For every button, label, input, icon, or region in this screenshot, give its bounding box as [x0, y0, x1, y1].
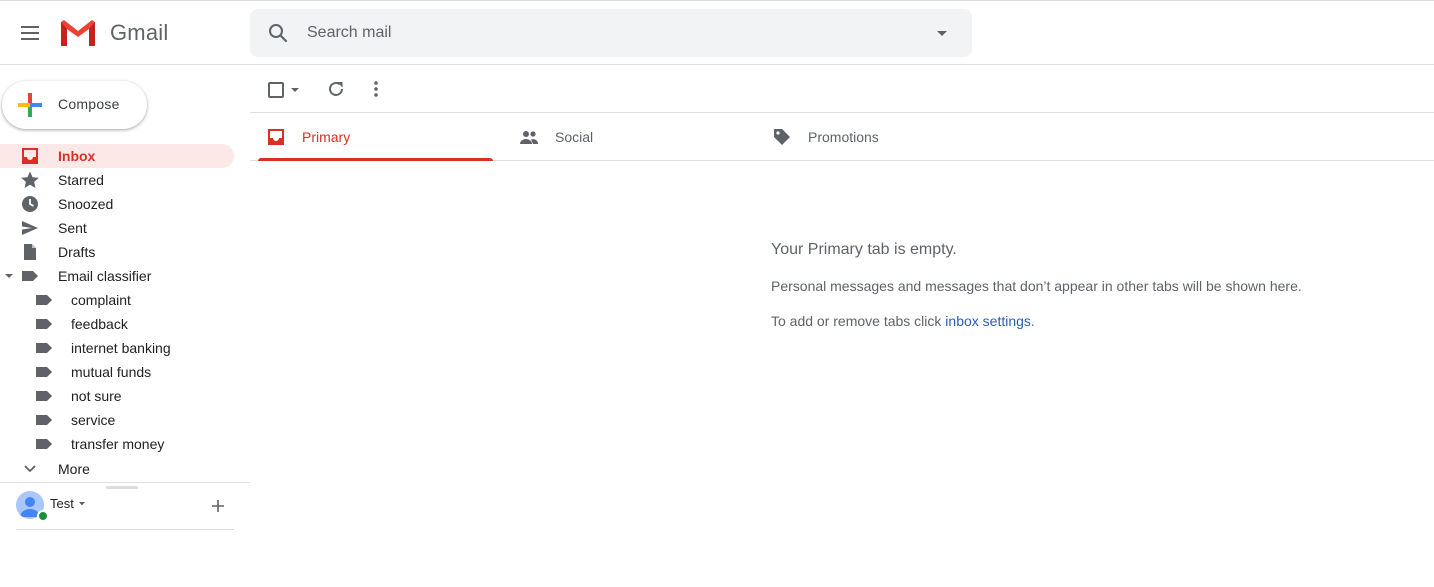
sidebar-item-label: not sure	[71, 388, 122, 404]
sidebar-item-label: Snoozed	[58, 196, 114, 212]
label-icon	[22, 271, 38, 281]
account-name[interactable]: Test	[50, 496, 74, 511]
sidebar-item-sent[interactable]: Sent	[0, 216, 250, 240]
search-bar[interactable]	[250, 9, 972, 57]
sidebar-sublabel-service[interactable]: service	[0, 408, 250, 432]
sidebar-item-starred[interactable]: Starred	[0, 168, 250, 192]
label-icon	[36, 415, 52, 425]
compose-label: Compose	[58, 96, 120, 112]
sidebar-item-label: internet banking	[71, 340, 171, 356]
sidebar-sublabel-complaint[interactable]: complaint	[0, 288, 250, 312]
draft-icon	[24, 244, 36, 260]
sidebar-item-label: Inbox	[58, 148, 96, 164]
people-icon	[520, 131, 539, 144]
chevron-down-icon	[24, 465, 36, 473]
inbox-icon	[22, 148, 38, 164]
select-options-caret-icon[interactable]	[290, 85, 300, 95]
more-vert-icon[interactable]	[366, 79, 386, 99]
tab-promotions[interactable]: Promotions	[756, 113, 1006, 161]
sidebar-sublabel-not-sure[interactable]: not sure	[0, 384, 250, 408]
sidebar-item-more[interactable]: More	[0, 457, 250, 481]
main-menu-button[interactable]	[18, 21, 42, 45]
collapse-caret-icon[interactable]	[4, 271, 14, 281]
sidebar-item-label: mutual funds	[71, 364, 152, 380]
compose-button[interactable]: Compose	[2, 81, 147, 129]
star-icon	[21, 171, 39, 188]
sidebar-nav: Inbox Starred Snoozed Sent Drafts Email …	[0, 144, 250, 481]
sidebar-item-label: Sent	[58, 220, 87, 236]
active-tab-indicator	[258, 158, 493, 161]
add-icon[interactable]	[208, 496, 228, 516]
inbox-icon	[268, 129, 284, 145]
sidebar-sublabel-transfer-money[interactable]: transfer money	[0, 432, 250, 456]
sidebar-item-label: More	[58, 461, 90, 477]
app-brand[interactable]: Gmail	[110, 20, 168, 46]
settings-hint-suffix: .	[1030, 313, 1035, 329]
caret-down-icon[interactable]	[78, 500, 86, 508]
category-tabs: Primary Social Promotions	[250, 113, 1434, 161]
sidebar-sublabel-feedback[interactable]: feedback	[0, 312, 250, 336]
empty-state-description: Personal messages and messages that don’…	[771, 278, 1302, 294]
label-icon	[36, 439, 52, 449]
label-icon	[36, 319, 52, 329]
label-icon	[36, 343, 52, 353]
sidebar-item-label: Drafts	[58, 244, 96, 260]
tag-icon	[774, 129, 790, 145]
sidebar-item-label: feedback	[71, 316, 128, 332]
sidebar-divider	[0, 482, 250, 483]
sidebar-item-inbox[interactable]: Inbox	[0, 144, 234, 168]
sidebar-item-label: Email classifier	[58, 268, 152, 284]
sidebar-item-email-classifier[interactable]: Email classifier	[0, 264, 250, 288]
sidebar-item-label: transfer money	[71, 436, 165, 452]
tab-label: Primary	[302, 129, 351, 145]
search-input[interactable]	[307, 19, 907, 47]
app-header: Gmail	[0, 1, 1434, 65]
sidebar-bottom-divider	[16, 529, 234, 530]
tab-label: Social	[555, 129, 594, 145]
clock-icon	[22, 196, 38, 212]
refresh-icon[interactable]	[326, 79, 346, 99]
gmail-logo-icon[interactable]	[59, 18, 97, 48]
tab-social[interactable]: Social	[503, 113, 753, 161]
inbox-settings-link[interactable]: inbox settings	[945, 313, 1031, 329]
resize-handle[interactable]	[106, 486, 138, 489]
empty-state: Your Primary tab is empty. Personal mess…	[771, 241, 1391, 329]
tab-label: Promotions	[808, 129, 879, 145]
label-icon	[36, 295, 52, 305]
label-icon	[36, 367, 52, 377]
sidebar-sublabel-mutual-funds[interactable]: mutual funds	[0, 360, 250, 384]
sidebar-sublabel-internet-banking[interactable]: internet banking	[0, 336, 250, 360]
search-icon[interactable]	[266, 21, 290, 45]
sidebar-item-label: service	[71, 412, 116, 428]
empty-state-title: Your Primary tab is empty.	[771, 241, 957, 258]
tab-primary[interactable]: Primary	[250, 113, 500, 161]
sidebar-item-snoozed[interactable]: Snoozed	[0, 192, 250, 216]
account-switcher[interactable]: Test	[16, 491, 236, 523]
settings-hint-prefix: To add or remove tabs click	[771, 313, 946, 329]
sidebar-item-drafts[interactable]: Drafts	[0, 240, 250, 264]
search-options-icon[interactable]	[930, 21, 954, 45]
message-toolbar	[250, 65, 1434, 113]
label-icon	[36, 391, 52, 401]
sidebar-item-label: complaint	[71, 292, 131, 308]
plus-icon	[18, 93, 42, 117]
select-all-checkbox[interactable]	[268, 82, 284, 98]
send-icon	[22, 221, 38, 235]
online-status-icon	[37, 510, 49, 522]
sidebar-item-label: Starred	[58, 172, 104, 188]
empty-state-settings-hint: To add or remove tabs click inbox settin…	[771, 313, 1035, 329]
